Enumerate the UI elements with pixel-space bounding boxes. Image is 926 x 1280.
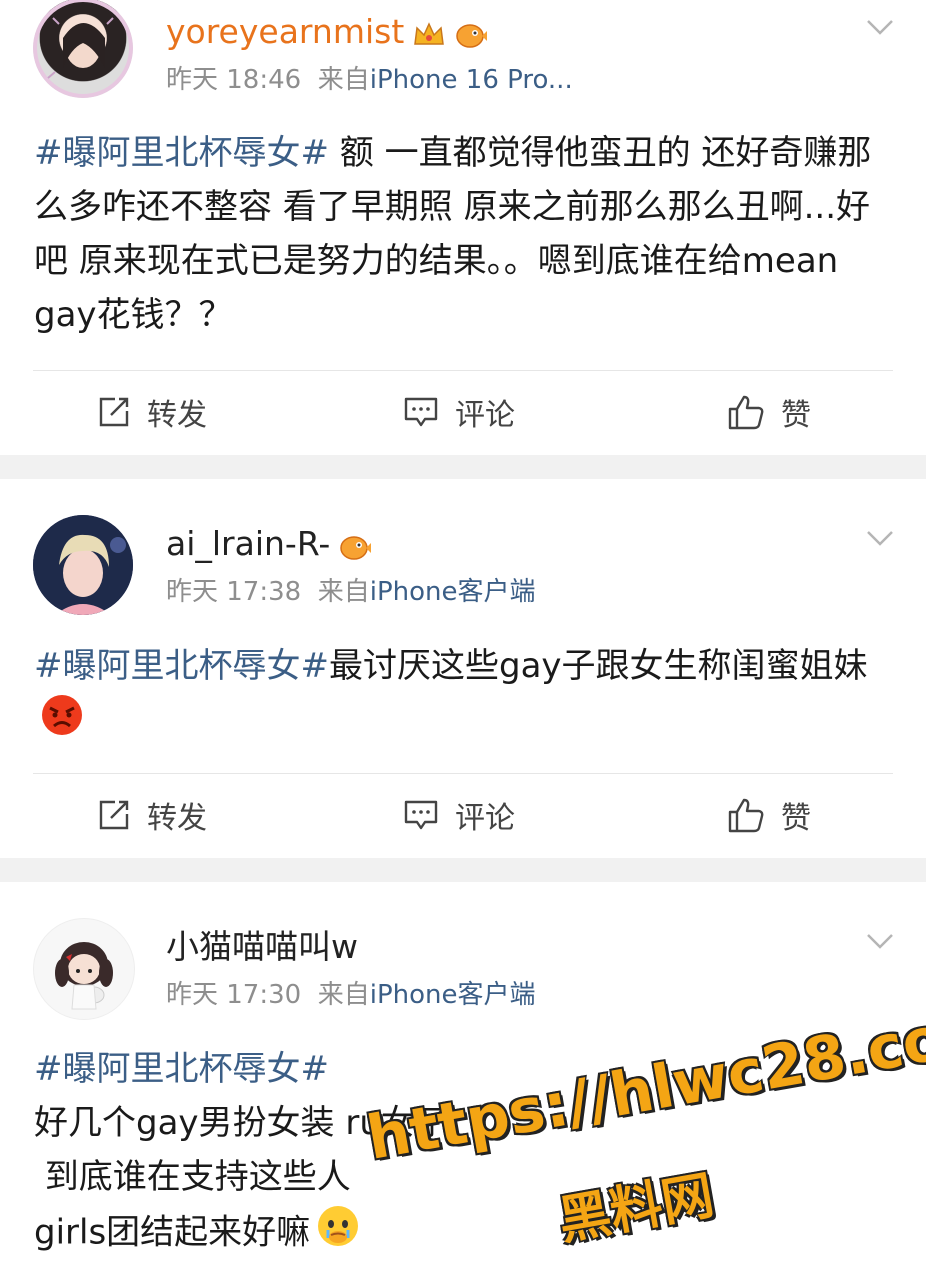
timestamp: 昨天 18:46 [166,65,302,95]
pufferfish-icon [338,531,372,561]
post-meta: 昨天 18:46 来自iPhone 16 Pro... [166,64,573,96]
source-device: iPhone客户端 [369,980,536,1010]
post-meta: 昨天 17:38 来自iPhone客户端 [166,576,536,608]
post-separator [0,455,926,479]
post-line: girls团结起来好嘛 [34,1212,311,1253]
post-separator [0,858,926,882]
crown-icon [412,19,446,49]
pufferfish-icon [454,19,488,49]
post-line: 到底谁在支持这些人 [34,1157,351,1197]
comment-label: 评论 [455,801,515,836]
post-body: 最讨厌这些gay子跟女生称闺蜜姐妹 [328,646,868,686]
username[interactable]: 小猫喵喵叫w [166,927,358,967]
username[interactable]: ai_lrain-R- [166,524,372,564]
source-device: iPhone 16 Pro... [369,65,573,95]
thumbs-up-icon [728,395,764,430]
username[interactable]: yoreyearnmist [166,12,488,52]
angry-face-emoji [40,693,84,753]
source-prefix: 来自 [317,65,370,95]
hashtag-link[interactable]: #曝阿里北杯辱女# [34,133,329,173]
username-text: yoreyearnmist [166,12,405,51]
comment-icon [404,800,438,830]
repost-icon [99,397,129,427]
post-text: #曝阿里北杯辱女# 额 一直都觉得他蛮丑的 还好奇赚那么多咋还不整容 看了早期照… [34,126,896,342]
hashtag-link[interactable]: #曝阿里北杯辱女# [34,646,329,686]
timestamp: 昨天 17:30 [166,980,302,1010]
comment-label: 评论 [455,398,515,433]
crying-face-emoji [316,1204,360,1264]
divider [33,370,893,371]
chevron-down-icon[interactable] [866,18,894,36]
post-meta: 昨天 17:30 来自iPhone客户端 [166,979,536,1011]
timestamp: 昨天 17:38 [166,577,302,607]
like-button[interactable]: 赞 [727,793,811,837]
comment-icon [404,397,438,427]
chevron-down-icon[interactable] [866,932,894,950]
repost-icon [99,800,129,830]
repost-label: 转发 [147,398,207,433]
source-prefix: 来自 [317,577,370,607]
avatar[interactable] [33,0,133,98]
like-label: 赞 [781,398,811,433]
repost-button[interactable]: 转发 [97,390,207,434]
repost-button[interactable]: 转发 [97,793,207,837]
like-button[interactable]: 赞 [727,390,811,434]
avatar[interactable] [33,515,133,615]
post-card: yoreyearnmist 昨天 18:46 来自iPhone 16 Pro..… [0,0,926,455]
like-label: 赞 [781,801,811,836]
username-text: 小猫喵喵叫w [166,927,358,966]
avatar[interactable] [33,918,135,1020]
chevron-down-icon[interactable] [866,529,894,547]
post-text: #曝阿里北杯辱女#最讨厌这些gay子跟女生称闺蜜姐妹 [34,639,896,753]
comment-button[interactable]: 评论 [403,793,515,837]
source-device: iPhone客户端 [369,577,536,607]
repost-label: 转发 [147,801,207,836]
comment-button[interactable]: 评论 [403,390,515,434]
source-prefix: 来自 [317,980,370,1010]
post-card: ai_lrain-R- 昨天 17:38 来自iPhone客户端 #曝阿里北杯辱… [0,479,926,858]
hashtag-link[interactable]: #曝阿里北杯辱女# [34,1049,329,1089]
username-text: ai_lrain-R- [166,524,331,563]
thumbs-up-icon [728,798,764,833]
divider [33,773,893,774]
